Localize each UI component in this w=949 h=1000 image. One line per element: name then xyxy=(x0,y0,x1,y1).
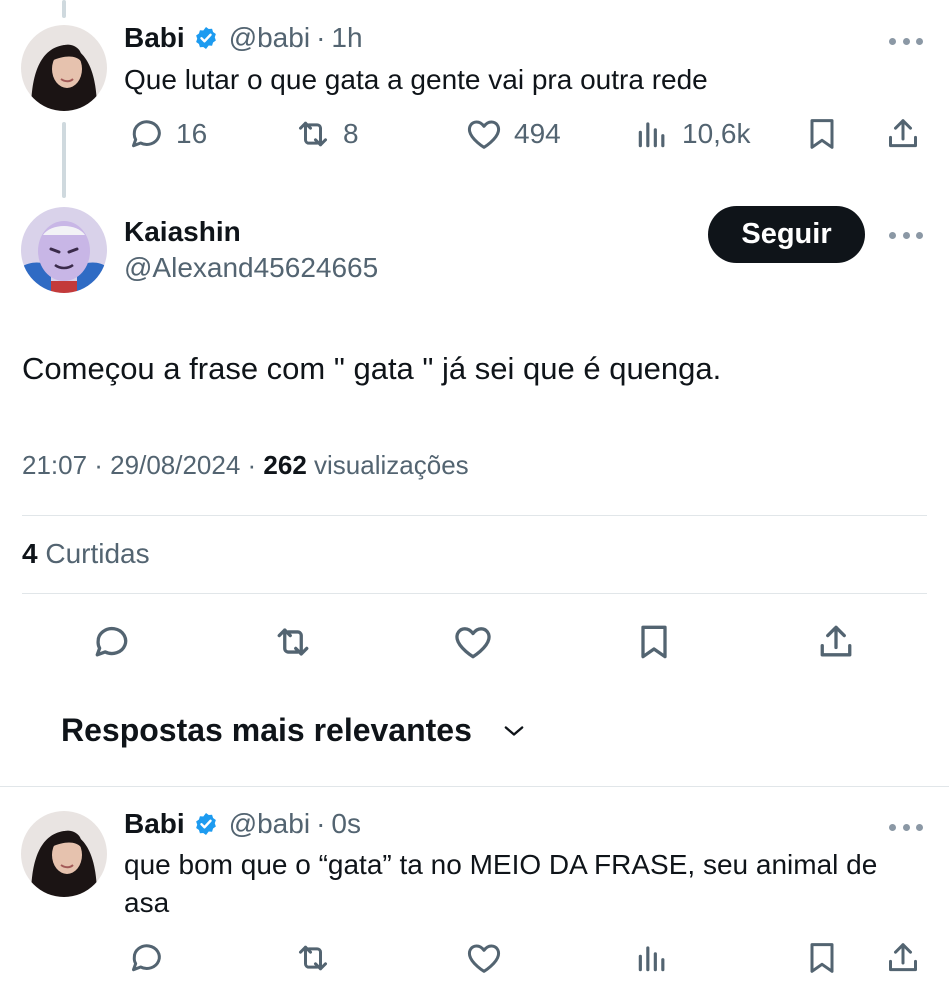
retweet-button[interactable] xyxy=(271,620,315,664)
reply-header: Babi @babi · 0s xyxy=(124,808,361,840)
share-icon xyxy=(883,114,923,154)
view-count: 10,6k xyxy=(682,118,751,149)
separator-dot: · xyxy=(316,22,326,53)
share-button[interactable] xyxy=(883,114,923,154)
likes-total: 4 xyxy=(22,538,38,569)
tweet-time[interactable]: 1h xyxy=(331,22,362,54)
display-name[interactable]: Kaiashin xyxy=(124,216,241,248)
bookmark-button[interactable] xyxy=(802,938,842,978)
avatar[interactable] xyxy=(21,811,107,897)
divider xyxy=(0,786,949,787)
bookmark-icon xyxy=(632,620,676,664)
speech-bubble-icon xyxy=(126,938,166,978)
like-count: 494 xyxy=(514,118,561,149)
retweet-count: 8 xyxy=(343,118,359,149)
heart-icon xyxy=(451,620,495,664)
main-tweet-text: Começou a frase com " gata " já sei que … xyxy=(22,351,722,386)
share-button[interactable] xyxy=(883,938,923,978)
heart-icon xyxy=(464,938,504,978)
verified-badge-icon xyxy=(193,25,219,51)
more-dots-icon[interactable] xyxy=(889,822,923,832)
thread-line-top xyxy=(62,0,66,18)
reply-button[interactable]: 16 xyxy=(126,114,207,154)
verified-badge-icon xyxy=(193,811,219,837)
divider xyxy=(22,593,927,594)
views-button[interactable] xyxy=(632,938,672,978)
like-button[interactable]: 494 xyxy=(464,114,561,154)
thread-line xyxy=(62,122,66,198)
like-button[interactable] xyxy=(464,938,504,978)
reply-text-line-2: asa xyxy=(124,887,170,918)
user-handle[interactable]: @babi xyxy=(229,22,310,54)
avatar[interactable] xyxy=(21,25,107,111)
bookmark-button[interactable] xyxy=(802,114,842,154)
bar-chart-icon xyxy=(632,938,672,978)
main-tweet-handle-row: @Alexand45624665 xyxy=(124,252,378,284)
reply-button[interactable] xyxy=(89,620,133,664)
tweet-time[interactable]: 0s xyxy=(331,808,361,840)
speech-bubble-icon xyxy=(126,114,166,154)
user-handle[interactable]: @babi xyxy=(229,808,310,840)
separator-dot: · xyxy=(316,808,326,839)
views-button[interactable]: 10,6k xyxy=(632,114,751,154)
replies-sort[interactable]: Respostas mais relevantes xyxy=(61,712,528,749)
view-count: 262 xyxy=(263,450,307,480)
tweet-text: Que lutar o que gata a gente vai pra out… xyxy=(124,64,708,95)
share-icon xyxy=(883,938,923,978)
share-icon xyxy=(814,620,858,664)
timestamp[interactable]: 21:07 · 29/08/2024 · xyxy=(22,450,263,480)
reply-text-line-1: que bom que o “gata” ta no MEIO DA FRASE… xyxy=(124,849,878,880)
replies-sort-label: Respostas mais relevantes xyxy=(61,712,472,748)
like-button[interactable] xyxy=(451,620,495,664)
divider xyxy=(22,515,927,516)
speech-bubble-icon xyxy=(89,620,133,664)
tweet-header: Babi @babi · 1h xyxy=(124,22,363,54)
retweet-icon xyxy=(293,938,333,978)
heart-icon xyxy=(464,114,504,154)
more-dots-icon[interactable] xyxy=(889,230,923,240)
display-name[interactable]: Babi xyxy=(124,22,185,54)
reply-count: 16 xyxy=(176,118,208,149)
follow-button[interactable]: Seguir xyxy=(708,206,865,263)
bookmark-icon xyxy=(802,114,842,154)
view-label: visualizações xyxy=(306,450,469,480)
retweet-button[interactable] xyxy=(293,938,333,978)
user-handle[interactable]: @Alexand45624665 xyxy=(124,252,378,284)
main-tweet-header: Kaiashin xyxy=(124,216,241,248)
display-name[interactable]: Babi xyxy=(124,808,185,840)
retweet-button[interactable]: 8 xyxy=(293,114,359,154)
bookmark-icon xyxy=(802,938,842,978)
bookmark-button[interactable] xyxy=(632,620,676,664)
avatar[interactable] xyxy=(21,207,107,293)
tweet-meta: 21:07 · 29/08/2024 · 262 visualizações xyxy=(22,450,469,481)
share-button[interactable] xyxy=(814,620,858,664)
likes-summary[interactable]: 4 Curtidas xyxy=(22,538,150,570)
more-dots-icon[interactable] xyxy=(889,36,923,46)
reply-button[interactable] xyxy=(126,938,166,978)
chevron-down-icon xyxy=(504,725,524,736)
retweet-icon xyxy=(293,114,333,154)
likes-label: Curtidas xyxy=(37,538,150,569)
retweet-icon xyxy=(271,620,315,664)
bar-chart-icon xyxy=(632,114,672,154)
